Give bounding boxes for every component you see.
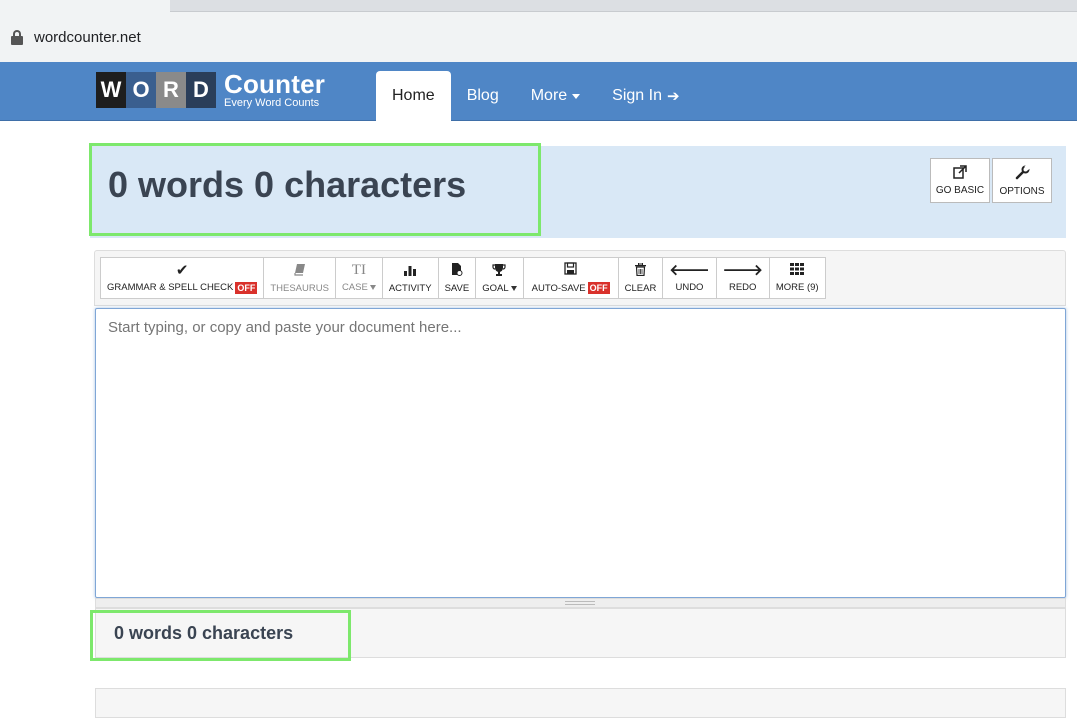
caret-down-icon (572, 93, 581, 99)
logo-letter-o: O (126, 72, 156, 108)
lock-icon (10, 29, 24, 45)
details-panel (95, 688, 1066, 718)
nav-menu: Home Blog More Sign In ➔ (376, 71, 696, 121)
nav-item-label: Home (392, 87, 435, 104)
logo-title: Counter (224, 69, 326, 99)
book-icon (294, 263, 306, 279)
case-label: CASE (341, 282, 368, 293)
external-link-icon (953, 165, 967, 182)
options-button[interactable]: OPTIONS (992, 158, 1052, 203)
go-basic-button[interactable]: GO BASIC (930, 158, 990, 203)
save-label: SAVE (444, 283, 470, 294)
activity-label: ACTIVITY (388, 282, 432, 294)
save-button[interactable]: SAVE (437, 257, 477, 299)
trash-icon (635, 262, 646, 279)
site-logo[interactable]: W O R D Counter Every Word Counts (96, 69, 325, 111)
logo-letter-r: R (156, 72, 186, 108)
thesaurus-button[interactable]: THESAURUS (263, 257, 336, 299)
trophy-icon (492, 263, 507, 279)
clear-label: CLEAR (624, 282, 657, 294)
editor-toolbar: ✔ GRAMMAR & SPELL CHECK OFF THESAURUS TI … (94, 250, 1066, 306)
caret-down-icon (510, 285, 517, 291)
nav-item-blog[interactable]: Blog (451, 71, 515, 121)
grammar-check-button[interactable]: ✔ GRAMMAR & SPELL CHECK OFF (100, 257, 265, 299)
auto-save-label: AUTO-SAVE (531, 282, 586, 294)
arrow-right-icon: 🡒 (722, 262, 763, 279)
browser-bar: wordcounter.net (0, 0, 1077, 62)
tab-strip (170, 0, 1077, 12)
thesaurus-label: THESAURUS (270, 282, 329, 294)
nav-item-more[interactable]: More (515, 71, 596, 121)
redo-button[interactable]: 🡒 REDO (715, 257, 770, 299)
arrow-left-icon: 🡐 (669, 262, 710, 279)
goal-button[interactable]: GOAL (475, 257, 524, 299)
more-tools-button[interactable]: MORE (9) (768, 257, 826, 299)
grammar-off-badge: OFF (235, 281, 258, 294)
bar-chart-icon (403, 263, 417, 279)
logo-tagline: Every Word Counts (224, 97, 320, 109)
toolbar-buttons: ✔ GRAMMAR & SPELL CHECK OFF THESAURUS TI … (100, 257, 826, 299)
nav-item-label: More (530, 87, 568, 104)
wrench-icon (1015, 163, 1031, 183)
checkmark-icon: ✔ (175, 261, 189, 279)
goal-label: GOAL (482, 282, 509, 294)
highlight-box-bottom (90, 610, 351, 661)
case-button[interactable]: TI CASE (334, 257, 383, 299)
sign-in-icon: ➔ (666, 88, 680, 105)
activity-button[interactable]: ACTIVITY (381, 257, 439, 299)
site-navbar: W O R D Counter Every Word Counts Home B… (0, 62, 1077, 121)
options-label: OPTIONS (999, 185, 1045, 197)
redo-label: REDO (728, 282, 757, 293)
grid-icon (790, 263, 805, 278)
auto-save-button[interactable]: AUTO-SAVE OFF (522, 257, 619, 299)
address-bar[interactable]: wordcounter.net (0, 14, 1077, 60)
go-basic-label: GO BASIC (935, 185, 985, 196)
nav-item-home[interactable]: Home (376, 71, 451, 121)
document-editor[interactable] (95, 308, 1066, 598)
grammar-label: GRAMMAR & SPELL CHECK (107, 282, 234, 293)
resize-grip-icon[interactable] (565, 601, 595, 605)
url-text[interactable]: wordcounter.net (34, 29, 141, 46)
top-actions: GO BASIC OPTIONS (930, 158, 1052, 203)
nav-item-label: Sign In (612, 87, 662, 104)
caret-down-icon (369, 285, 376, 290)
highlight-box-top (89, 143, 541, 236)
logo-wordmark: Counter Every Word Counts (224, 71, 325, 109)
undo-label: UNDO (675, 282, 704, 293)
file-save-icon (451, 262, 463, 279)
logo-letter-d: D (186, 72, 216, 108)
nav-item-sign-in[interactable]: Sign In ➔ (596, 71, 695, 121)
nav-item-label: Blog (466, 87, 499, 104)
clear-button[interactable]: CLEAR (617, 257, 664, 299)
undo-button[interactable]: 🡐 UNDO (662, 257, 717, 299)
auto-save-off-badge: OFF (587, 282, 610, 294)
logo-letter-w: W (96, 72, 126, 108)
floppy-disk-icon (564, 262, 577, 278)
text-case-icon: TI (351, 262, 366, 278)
more-tools-label: MORE (9) (775, 282, 819, 293)
